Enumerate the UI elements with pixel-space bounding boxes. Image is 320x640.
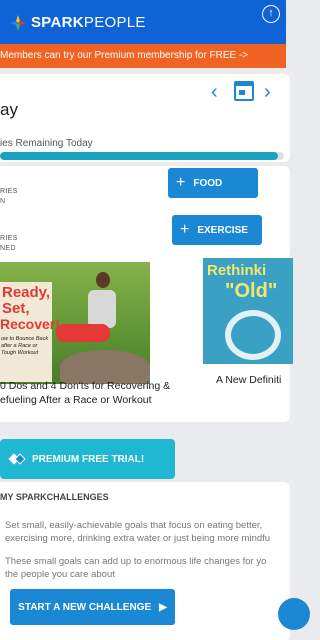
- app-header: SPARKPEOPLE ↑: [0, 0, 286, 44]
- challenges-benefit-line2: the people you care about: [5, 569, 115, 580]
- spark-logo-icon: [10, 14, 26, 31]
- challenges-benefit-line1: These small goals can add up to enormous…: [5, 556, 267, 567]
- food-calories-sublabel: N: [0, 198, 6, 205]
- image-headline-ready: Ready,: [2, 284, 51, 301]
- person-head: [96, 272, 110, 288]
- exercise-calories-label: RIES: [0, 235, 18, 242]
- chevron-left-icon[interactable]: ‹: [211, 81, 218, 104]
- exercise-calories-sublabel: NED: [0, 245, 16, 252]
- floating-action-button[interactable]: [278, 598, 310, 630]
- image-headline-recover: Recover!: [0, 316, 60, 332]
- calories-progress-fill: [0, 152, 279, 160]
- gift-icon: [8, 453, 26, 465]
- add-food-button[interactable]: + FOOD: [168, 168, 258, 198]
- article-image-old[interactable]: Rethinki "Old": [203, 258, 293, 364]
- logo-text-bold: SPARK: [31, 14, 84, 31]
- rock: [60, 350, 150, 384]
- start-new-challenge-button[interactable]: START A NEW CHALLENGE ▶: [10, 589, 175, 625]
- add-exercise-label: EXERCISE: [197, 224, 248, 236]
- arrow-up-circle-icon[interactable]: ↑: [262, 5, 280, 23]
- calories-remaining-label: ies Remaining Today: [0, 138, 93, 149]
- person-shirt: [88, 290, 116, 328]
- article-image-recover[interactable]: Ready, Set, Recover! ow to Bounce Back a…: [0, 262, 150, 384]
- calendar-icon[interactable]: [234, 81, 254, 101]
- premium-free-trial-button[interactable]: PREMIUM FREE TRIAL!: [0, 439, 175, 479]
- plus-icon: +: [176, 174, 186, 191]
- day-title: ay: [0, 100, 18, 119]
- challenges-description-line1: Set small, easily-achievable goals that …: [5, 520, 263, 531]
- add-food-label: FOOD: [193, 177, 223, 189]
- image-headline-old: "Old": [225, 280, 278, 302]
- decorative-ornament: [225, 310, 281, 360]
- article-title-recover-line1[interactable]: 0 Dos and 4 Don'ts for Recovering &: [0, 380, 170, 393]
- premium-promo-banner[interactable]: Members can try our Premium membership f…: [0, 44, 286, 68]
- person-legs: [56, 324, 110, 342]
- promo-text: Members can try our Premium membership f…: [0, 50, 249, 61]
- start-challenge-label: START A NEW CHALLENGE: [18, 601, 152, 613]
- chevron-right-icon[interactable]: ›: [264, 81, 271, 104]
- image-caption: ow to Bounce Back after a Race or Tough …: [1, 336, 49, 356]
- calories-progress-bar: [0, 152, 284, 160]
- article-title-old[interactable]: A New Definiti: [216, 374, 281, 387]
- image-headline-rethinking: Rethinki: [207, 262, 267, 279]
- article-title-recover-line2[interactable]: efueling After a Race or Workout: [0, 394, 152, 407]
- add-exercise-button[interactable]: + EXERCISE: [172, 215, 262, 245]
- challenges-description-line2: exercising more, drinking extra water or…: [5, 533, 271, 544]
- challenges-heading: MY SPARKCHALLENGES: [0, 492, 109, 502]
- plus-icon: +: [180, 221, 190, 238]
- play-icon: ▶: [159, 601, 167, 613]
- food-calories-label: RIES: [0, 188, 18, 195]
- logo-text-light: PEOPLE: [83, 14, 146, 31]
- image-headline-set: Set,: [2, 300, 30, 317]
- premium-button-label: PREMIUM FREE TRIAL!: [32, 453, 145, 465]
- sparkpeople-logo[interactable]: SPARKPEOPLE: [10, 14, 146, 31]
